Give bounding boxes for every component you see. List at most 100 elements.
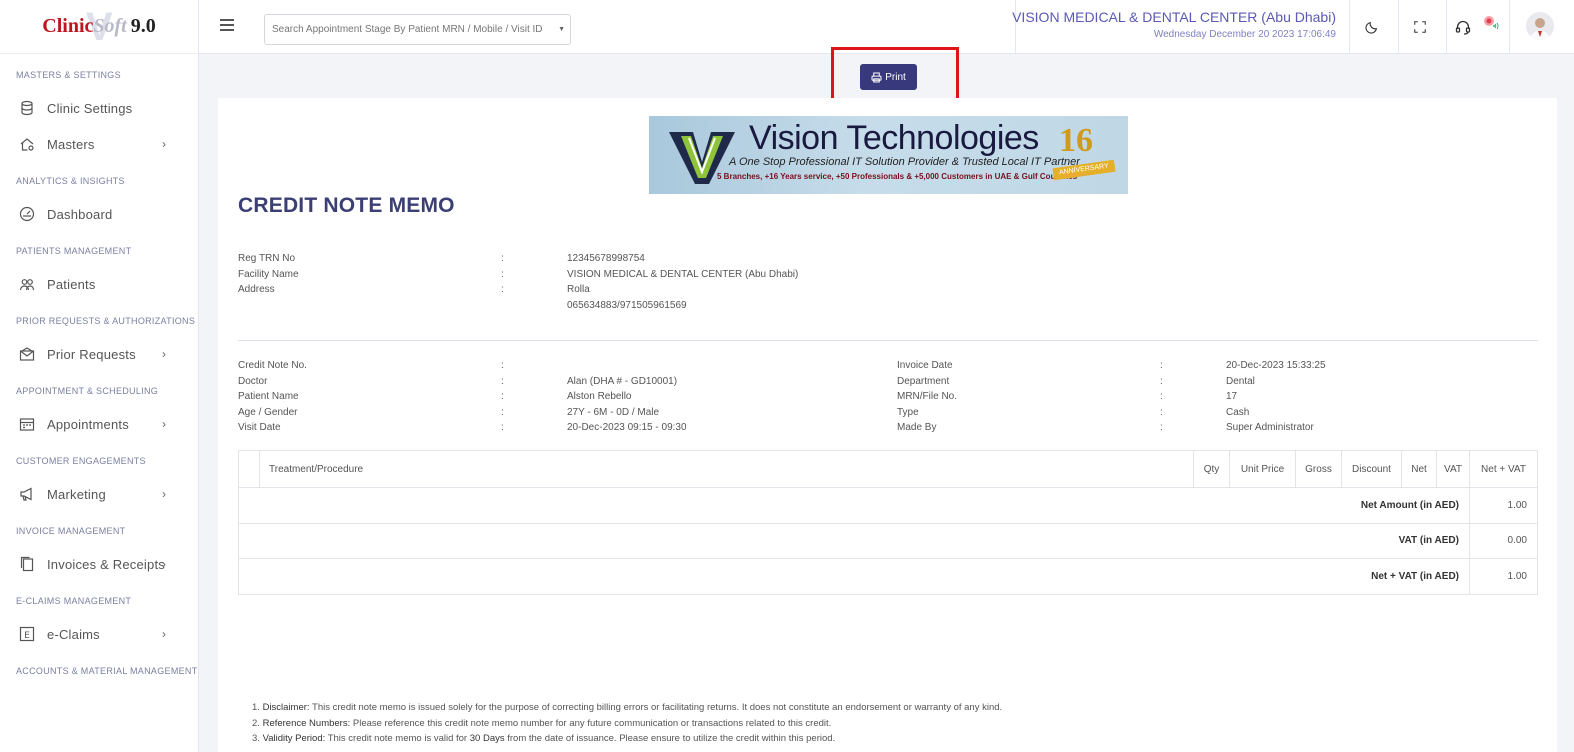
logo-part-2: Soft (93, 15, 127, 37)
logo-part-1: Clinic (42, 15, 94, 37)
sidebar-item-label: Appointments (47, 416, 129, 432)
section-title-accounts: ACCOUNTS & MATERIAL MANAGEMENT (16, 666, 198, 676)
section-title-customer-engagements: CUSTOMER ENGAGEMENTS (16, 456, 146, 466)
sidebar-item-masters[interactable]: Masters › (0, 126, 198, 162)
note-title: Validity Period: (262, 733, 326, 744)
sidebar-item-eclaims[interactable]: E e-Claims › (0, 616, 198, 652)
table-header: VAT (1436, 450, 1470, 488)
facility-value: 065634883/971505961569 (567, 299, 687, 311)
detail-label: Age / Gender (238, 406, 298, 418)
vision-technologies-banner: Vision Technologies A One Stop Professio… (649, 116, 1128, 194)
envelope-icon (18, 345, 36, 363)
colon: : (1160, 360, 1163, 371)
clinic-info: VISION MEDICAL & DENTAL CENTER (Abu Dhab… (1012, 9, 1336, 40)
table-row: Net + VAT (in AED) 1.00 (238, 558, 1538, 595)
sidebar-item-label: Invoices & Receipts (47, 556, 165, 572)
sidebar: V Clinic Soft 9.0 MASTERS & SETTINGS Clini… (0, 0, 199, 752)
sidebar-item-label: Patients (47, 276, 96, 292)
table-row: VAT (in AED) 0.00 (238, 522, 1538, 559)
sidebar-item-appointments[interactable]: Appointments › (0, 406, 198, 442)
sidebar-nav: MASTERS & SETTINGS Clinic Settings Maste… (0, 54, 198, 680)
facility-label (238, 298, 501, 314)
sidebar-item-marketing[interactable]: Marketing › (0, 476, 198, 512)
appointment-search-select[interactable]: Search Appointment Stage By Patient MRN … (264, 14, 571, 45)
search-placeholder: Search Appointment Stage By Patient MRN … (272, 24, 543, 35)
user-avatar[interactable] (1526, 12, 1554, 40)
note-title: Disclaimer: (262, 702, 310, 713)
sidebar-item-clinic-settings[interactable]: Clinic Settings (0, 90, 198, 126)
section-title-masters: MASTERS & SETTINGS (16, 70, 121, 80)
chevron-right-icon: › (162, 627, 166, 641)
header-divider (1398, 0, 1399, 54)
colon-blank (501, 298, 567, 314)
detail-value: Dental (1226, 375, 1255, 387)
megaphone-icon (18, 485, 36, 503)
facility-value: VISION MEDICAL & DENTAL CENTER (Abu Dhab… (567, 268, 799, 280)
detail-value: 17 (1226, 391, 1238, 402)
colon: : (1160, 391, 1163, 402)
detail-value: 20-Dec-2023 15:33:25 (1226, 360, 1326, 371)
note-item: 2. Reference Numbers: Please reference t… (252, 716, 1002, 732)
banner-title: Vision Technologies (749, 119, 1039, 157)
table-header: Net + VAT (1469, 450, 1538, 488)
live-status-icon[interactable] (1481, 13, 1501, 33)
colon: : (501, 360, 504, 371)
credit-note-memo: Vision Technologies A One Stop Professio… (218, 98, 1557, 752)
gauge-icon (18, 205, 36, 223)
detail-label: Type (897, 406, 919, 418)
calendar-icon (18, 415, 36, 433)
clinic-name: VISION MEDICAL & DENTAL CENTER (Abu Dhab… (1012, 9, 1336, 25)
header-divider (1509, 0, 1510, 54)
facility-label: Address (238, 284, 275, 295)
facility-row: Facility Name: VISION MEDICAL & DENTAL CE… (238, 267, 798, 283)
detail-label: Department (897, 375, 950, 387)
section-divider (238, 340, 1538, 341)
treatment-table: Treatment/Procedure Qty Unit Price Gross… (238, 450, 1538, 595)
table-header: Gross (1295, 450, 1342, 488)
moon-icon[interactable] (1362, 17, 1382, 37)
sidebar-item-prior-requests[interactable]: Prior Requests › (0, 336, 198, 372)
top-header: Search Appointment Stage By Patient MRN … (199, 0, 1574, 54)
note-number: 3. (252, 733, 260, 744)
note-title: Reference Numbers: (262, 717, 351, 729)
colon: : (1160, 406, 1163, 418)
colon: : (501, 375, 504, 387)
note-emphasis: 30 Days (469, 733, 505, 744)
sidebar-item-dashboard[interactable]: Dashboard (0, 196, 198, 232)
sidebar-item-patients[interactable]: Patients (0, 266, 198, 302)
facility-row: Reg TRN No: 12345678998754 (238, 251, 798, 267)
chevron-right-icon: › (162, 417, 166, 431)
clinicsoft-logo[interactable]: V Clinic Soft 9.0 (0, 0, 198, 54)
caret-down-icon: ▼ (558, 26, 565, 33)
detail-label: Made By (897, 422, 937, 433)
facility-value: 12345678998754 (567, 253, 645, 264)
detail-label: Invoice Date (897, 360, 953, 371)
facility-info: Reg TRN No: 12345678998754 Facility Name:… (238, 251, 798, 313)
menu-toggle-icon[interactable] (220, 19, 234, 31)
facility-label: Facility Name (238, 268, 299, 280)
memo-notes: 1. Disclaimer: This credit note memo is … (252, 700, 1002, 747)
fullscreen-icon[interactable] (1410, 17, 1430, 37)
banner-stats: 5 Branches, +16 Years service, +50 Profe… (717, 172, 1078, 181)
sidebar-item-invoices-receipts[interactable]: Invoices & Receipts › (0, 546, 198, 582)
colon: : (501, 284, 504, 295)
sidebar-item-label: Masters (47, 136, 95, 152)
memo-right-details: Invoice Date: 20-Dec-2023 15:33:25 Depart… (897, 358, 1326, 436)
detail-value: Alston Rebello (567, 391, 632, 402)
headset-icon[interactable] (1453, 17, 1473, 37)
sidebar-item-label: Marketing (47, 486, 106, 502)
note-number: 1. (252, 702, 260, 713)
detail-label: Patient Name (238, 391, 299, 402)
colon: : (1160, 422, 1163, 433)
memo-title: CREDIT NOTE MEMO (238, 194, 455, 217)
table-header-row: Treatment/Procedure Qty Unit Price Gross… (238, 450, 1538, 488)
note-text: Please reference this credit note memo n… (350, 717, 832, 729)
chevron-right-icon: › (162, 347, 166, 361)
detail-value: Alan (DHA # - GD10001) (567, 375, 678, 387)
total-label: Net + VAT (in AED) (238, 558, 1470, 595)
copy-icon (18, 555, 36, 573)
section-title-prior-requests: PRIOR REQUESTS & AUTHORIZATIONS (16, 316, 196, 326)
chevron-right-icon: › (162, 557, 166, 571)
note-item: 1. Disclaimer: This credit note memo is … (252, 700, 1002, 716)
total-value: 0.00 (1469, 522, 1538, 559)
